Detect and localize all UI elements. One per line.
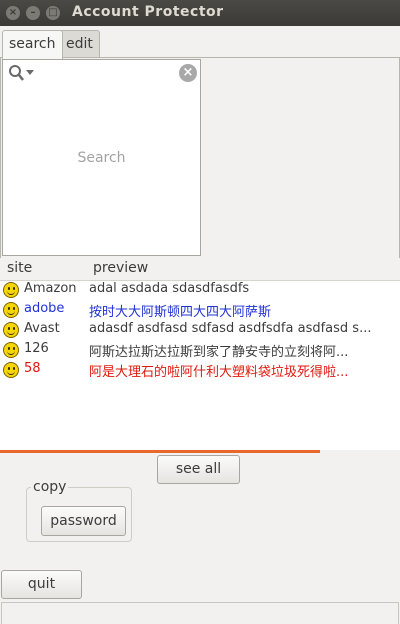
- table-row[interactable]: 126 阿斯达拉斯达拉斯到家了静安寺的立刻将阿...: [0, 340, 400, 360]
- tab-edit[interactable]: edit: [59, 30, 100, 57]
- see-all-button[interactable]: see all: [157, 455, 240, 484]
- status-bar: [1, 602, 399, 624]
- row-site: Avast: [24, 321, 60, 336]
- copy-password-button[interactable]: password: [41, 506, 126, 536]
- minimize-window-icon[interactable]: –: [26, 6, 40, 20]
- row-preview: 阿斯达拉斯达拉斯到家了静安寺的立刻将阿...: [89, 345, 349, 360]
- copy-group-label: copy: [31, 479, 69, 495]
- column-header-site[interactable]: site: [7, 260, 32, 276]
- window-title: Account Protector: [72, 4, 224, 20]
- progress-bar: [0, 450, 320, 453]
- quit-button[interactable]: quit: [1, 570, 82, 599]
- row-site: 126: [24, 341, 49, 356]
- clear-search-icon[interactable]: ×: [179, 64, 197, 82]
- search-input[interactable]: × Search: [2, 59, 201, 256]
- smiley-icon: [3, 302, 19, 318]
- search-icon[interactable]: [8, 64, 34, 82]
- close-window-icon[interactable]: ×: [6, 6, 20, 20]
- row-site: adobe: [24, 301, 65, 316]
- title-bar: × – □ Account Protector: [0, 0, 400, 26]
- account-list[interactable]: site preview Amazon adal asdada sdasdfasd…: [0, 258, 400, 450]
- row-site: 58: [24, 361, 41, 376]
- list-header: site preview: [0, 258, 400, 281]
- column-header-preview[interactable]: preview: [93, 260, 148, 276]
- table-row[interactable]: 58 阿是大理石的啦阿什利大塑料袋垃圾死得啦...: [0, 360, 400, 380]
- smiley-icon: [3, 322, 19, 338]
- row-site: Amazon: [24, 281, 77, 296]
- smiley-icon: [3, 362, 19, 378]
- maximize-window-icon[interactable]: □: [46, 6, 60, 20]
- table-row[interactable]: Avast adasdf asdfasd sdfasd asdfsdfa asdf…: [0, 320, 400, 340]
- table-row[interactable]: adobe 按时大大阿斯顿四大四大阿萨斯: [0, 300, 400, 320]
- table-row[interactable]: Amazon adal asdada sdasdfasdfs: [0, 280, 400, 300]
- row-preview: adasdf asdfasd sdfasd asdfsdfa asdfasd s…: [89, 321, 372, 336]
- search-placeholder: Search: [77, 150, 126, 166]
- tab-search[interactable]: search: [2, 30, 63, 59]
- row-preview: 阿是大理石的啦阿什利大塑料袋垃圾死得啦...: [89, 365, 349, 380]
- row-preview: adal asdada sdasdfasdfs: [89, 281, 250, 296]
- smiley-icon: [3, 282, 19, 298]
- smiley-icon: [3, 342, 19, 358]
- row-preview: 按时大大阿斯顿四大四大阿萨斯: [89, 305, 272, 320]
